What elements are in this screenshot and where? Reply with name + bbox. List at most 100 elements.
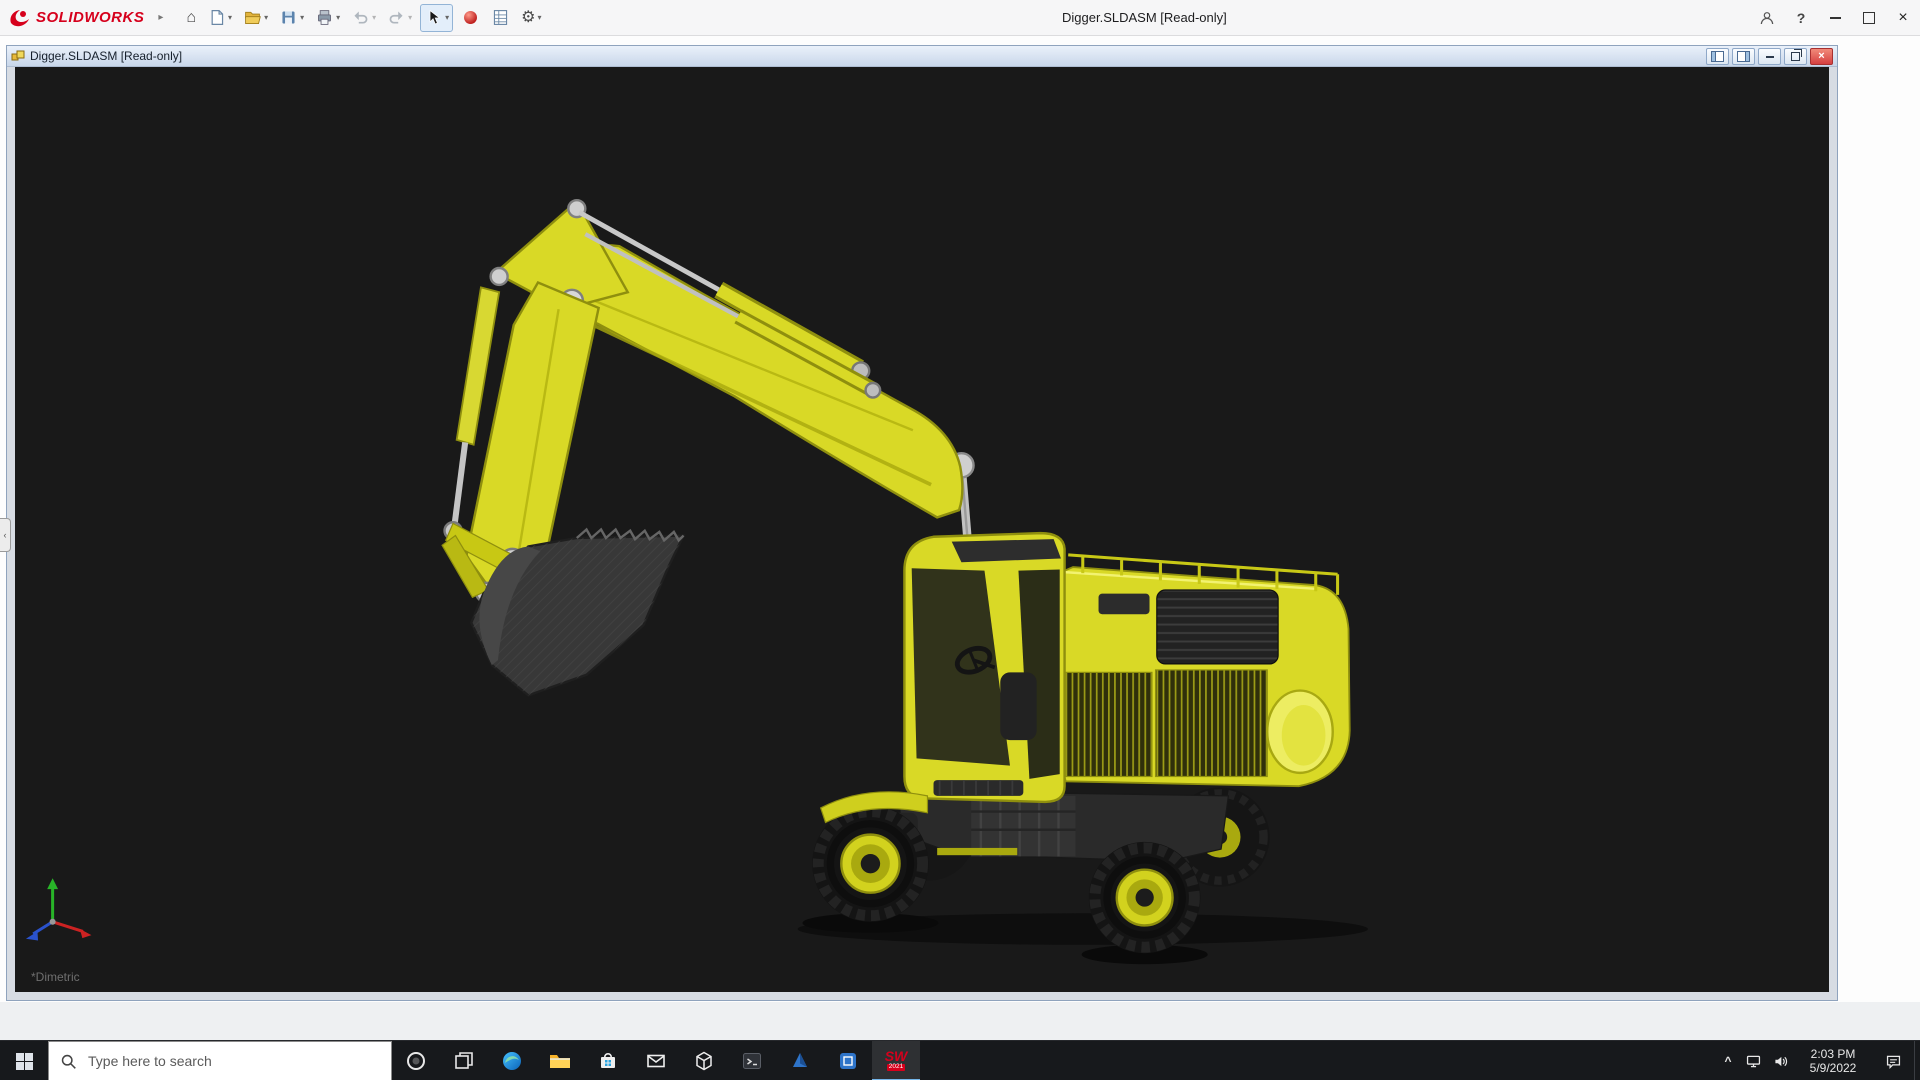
collapsed-panel-tab[interactable]: ‹ bbox=[0, 518, 11, 552]
app-window-controls: ? × bbox=[1750, 0, 1920, 35]
solidworks-logo: SOLIDWORKS bbox=[8, 7, 144, 29]
network-button[interactable] bbox=[1740, 1041, 1766, 1080]
front-wheel-right[interactable] bbox=[1089, 842, 1201, 953]
undo-icon bbox=[351, 8, 370, 27]
collapse-chevron-icon: ‹ bbox=[4, 530, 7, 540]
file-explorer-button[interactable] bbox=[536, 1041, 584, 1080]
caret-down-icon[interactable]: ▾ bbox=[300, 13, 304, 22]
open-folder-icon bbox=[243, 8, 262, 27]
drafting-app-icon bbox=[836, 1049, 860, 1073]
app-maximize-button[interactable] bbox=[1852, 0, 1886, 35]
front-wheel-left[interactable] bbox=[812, 806, 928, 922]
caret-down-icon[interactable]: ▾ bbox=[336, 13, 340, 22]
redo-button[interactable]: ▾ bbox=[384, 5, 415, 31]
microsoft-store-icon bbox=[596, 1049, 620, 1073]
save-icon bbox=[279, 8, 298, 27]
doc-minimize-button[interactable] bbox=[1758, 48, 1781, 65]
search-input[interactable] bbox=[86, 1052, 370, 1070]
caret-down-icon[interactable]: ▾ bbox=[445, 13, 449, 22]
pane-right-button[interactable] bbox=[1732, 48, 1755, 65]
caret-down-icon[interactable]: ▾ bbox=[538, 13, 542, 22]
file-properties-button[interactable] bbox=[488, 5, 513, 31]
show-desktop-button[interactable] bbox=[1914, 1041, 1920, 1080]
undo-button[interactable]: ▾ bbox=[348, 5, 379, 31]
doc-restore-button[interactable] bbox=[1784, 48, 1807, 65]
app-close-button[interactable]: × bbox=[1886, 0, 1920, 35]
restore-icon bbox=[1791, 52, 1800, 61]
graphics-viewport[interactable]: *Dimetric bbox=[15, 67, 1829, 992]
account-button[interactable] bbox=[1750, 0, 1784, 35]
app-titlebar: SOLIDWORKS ▸ ⌂ ▾ ▾ bbox=[0, 0, 1920, 36]
file-properties-icon bbox=[491, 8, 510, 27]
chevron-up-icon: ^ bbox=[1724, 1054, 1731, 1068]
edge-icon bbox=[500, 1049, 524, 1073]
caret-down-icon[interactable]: ▾ bbox=[228, 13, 232, 22]
account-icon bbox=[1758, 9, 1776, 27]
clock[interactable]: 2:03 PM 5/9/2022 bbox=[1794, 1041, 1872, 1080]
caret-down-icon: ▾ bbox=[372, 13, 376, 22]
doc-close-button[interactable]: × bbox=[1810, 48, 1833, 65]
drafting-app-button[interactable] bbox=[824, 1041, 872, 1080]
hidden-icons-button[interactable]: ^ bbox=[1716, 1041, 1740, 1080]
start-button[interactable] bbox=[0, 1041, 48, 1080]
console-button[interactable] bbox=[728, 1041, 776, 1080]
assembly-doc-icon bbox=[11, 49, 25, 63]
composer-button[interactable] bbox=[776, 1041, 824, 1080]
print-icon bbox=[315, 8, 334, 27]
system-tray: ^ 2:03 PM 5/9/2022 bbox=[1716, 1041, 1920, 1080]
microsoft-store-button[interactable] bbox=[584, 1041, 632, 1080]
view-orientation-label: *Dimetric bbox=[31, 970, 80, 984]
engine-hatch[interactable] bbox=[1157, 590, 1278, 664]
solidworks-2021-icon: SW 2021 bbox=[885, 1049, 908, 1071]
save-button[interactable]: ▾ bbox=[276, 5, 307, 31]
mail-button[interactable] bbox=[632, 1041, 680, 1080]
tray-time: 2:03 PM bbox=[1811, 1047, 1856, 1061]
cortana-icon bbox=[404, 1049, 428, 1073]
redo-icon bbox=[387, 8, 406, 27]
3d-viewer-button[interactable] bbox=[680, 1041, 728, 1080]
console-icon bbox=[740, 1049, 764, 1073]
options-gear-icon: ⚙ bbox=[521, 10, 535, 26]
toolbar-flyout-icon[interactable]: ▸ bbox=[158, 12, 163, 23]
document-titlebar[interactable]: Digger.SLDASM [Read-only] × bbox=[7, 46, 1837, 67]
task-view-button[interactable] bbox=[440, 1041, 488, 1080]
rebuild-icon bbox=[461, 8, 480, 27]
app-minimize-button[interactable] bbox=[1818, 0, 1852, 35]
cab-step-grille bbox=[934, 780, 1024, 796]
help-button[interactable]: ? bbox=[1784, 0, 1818, 35]
open-button[interactable]: ▾ bbox=[240, 5, 271, 31]
caret-down-icon: ▾ bbox=[408, 13, 412, 22]
volume-icon bbox=[1772, 1053, 1789, 1070]
select-tool-button[interactable]: ▾ bbox=[420, 4, 453, 32]
brand-text: SOLIDWORKS bbox=[36, 9, 144, 26]
cortana-button[interactable] bbox=[392, 1041, 440, 1080]
edge-button[interactable] bbox=[488, 1041, 536, 1080]
print-button[interactable]: ▾ bbox=[312, 5, 343, 31]
rebuild-button[interactable] bbox=[458, 5, 483, 31]
file-explorer-icon bbox=[548, 1049, 572, 1073]
options-button[interactable]: ⚙ ▾ bbox=[518, 5, 544, 31]
orientation-triad bbox=[26, 878, 92, 940]
engine-body[interactable] bbox=[1040, 555, 1349, 786]
cab[interactable] bbox=[904, 533, 1064, 802]
solidworks-2021-button[interactable]: SW 2021 bbox=[872, 1041, 920, 1080]
minimize-icon bbox=[1830, 17, 1841, 19]
side-grille bbox=[1156, 670, 1268, 777]
screen: SOLIDWORKS ▸ ⌂ ▾ ▾ bbox=[0, 0, 1920, 1080]
new-document-button[interactable]: ▾ bbox=[204, 5, 235, 31]
home-button[interactable]: ⌂ bbox=[183, 5, 199, 31]
mail-icon bbox=[644, 1049, 668, 1073]
digger-3d-model[interactable] bbox=[15, 67, 1829, 992]
taskbar-search[interactable] bbox=[48, 1041, 392, 1080]
volume-button[interactable] bbox=[1766, 1041, 1794, 1080]
action-center-button[interactable] bbox=[1872, 1041, 1914, 1080]
task-view-icon bbox=[452, 1049, 476, 1073]
document-window: Digger.SLDASM [Read-only] × bbox=[6, 45, 1838, 1001]
document-window-controls: × bbox=[1706, 48, 1833, 65]
main-toolbar: ⌂ ▾ ▾ bbox=[183, 0, 549, 35]
ground-shadow bbox=[798, 913, 1368, 964]
caret-down-icon[interactable]: ▾ bbox=[264, 13, 268, 22]
network-icon bbox=[1745, 1053, 1762, 1070]
pane-left-button[interactable] bbox=[1706, 48, 1729, 65]
help-icon: ? bbox=[1797, 10, 1806, 26]
